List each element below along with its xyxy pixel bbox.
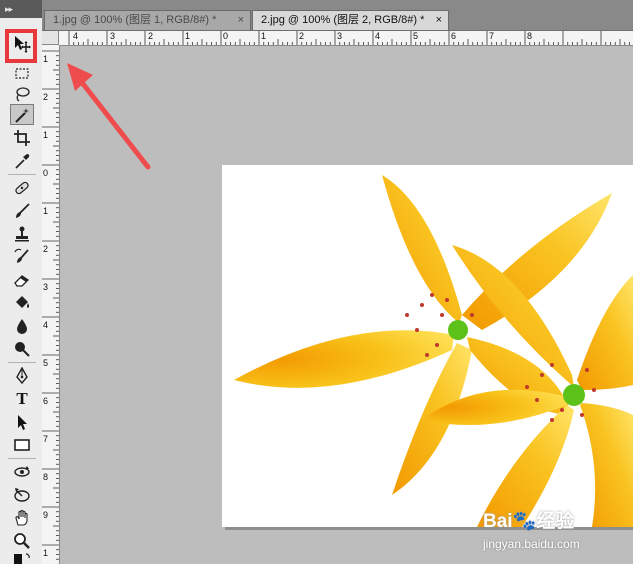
3d-rotate-icon (14, 465, 30, 477)
ruler-label: 3 (110, 31, 116, 41)
3d-orbit-icon (14, 487, 30, 502)
history-brush-tool[interactable] (10, 246, 34, 267)
eraser-tool[interactable] (10, 269, 34, 290)
shape-tool[interactable] (10, 434, 34, 455)
dodge-tool[interactable] (10, 338, 34, 359)
history-brush-icon (14, 248, 29, 263)
ruler-label: 3 (337, 31, 343, 41)
ruler-label: 2 (148, 31, 154, 41)
ruler-label: 1 (43, 130, 49, 140)
blur-tool[interactable] (10, 315, 34, 336)
zoom-tool[interactable] (10, 530, 34, 551)
tab-2-jpg[interactable]: 2.jpg @ 100% (图层 2, RGB/8#) * × (252, 10, 449, 30)
tab-1-jpg[interactable]: 1.jpg @ 100% (图层 1, RGB/8#) * × (44, 10, 251, 30)
annotation-arrow (67, 63, 151, 170)
hand-tool[interactable] (10, 507, 34, 528)
ruler-label: 5 (413, 31, 419, 41)
ruler-label: 1 (261, 31, 267, 41)
swatch-icon (14, 553, 30, 564)
bucket-icon (16, 295, 29, 308)
magic-wand-tool[interactable] (10, 104, 34, 125)
healing-brush-tool[interactable] (10, 177, 34, 198)
document-canvas[interactable] (222, 165, 633, 527)
3d-rotate-tool[interactable] (10, 461, 34, 482)
ruler-label: 9 (43, 510, 49, 520)
toolbox-panel: ▸▸ T (0, 0, 43, 564)
ruler-label: 3 (43, 282, 49, 292)
ruler-label: 5 (43, 358, 49, 368)
ruler-label: 0 (43, 168, 49, 178)
ruler-label: 4 (43, 320, 49, 330)
drop-icon (17, 318, 27, 334)
ruler-label: 1 (43, 54, 49, 64)
watermark-url: jingyan.baidu.com (483, 537, 580, 551)
close-icon[interactable]: × (436, 11, 442, 29)
ruler-label: 8 (527, 31, 533, 41)
ruler-label: 6 (43, 396, 49, 406)
brush-icon (16, 202, 30, 218)
ruler-label: 2 (43, 92, 49, 102)
type-tool[interactable]: T (10, 388, 34, 409)
lasso-icon (16, 86, 30, 102)
ruler-label: 1 (43, 206, 49, 216)
document-tab-bar: 1.jpg @ 100% (图层 1, RGB/8#) * × 2.jpg @ … (42, 0, 633, 31)
ruler-label: 1 (43, 548, 49, 558)
pen-icon (16, 366, 28, 384)
lily-flower-image (234, 175, 633, 527)
ruler-label: 7 (489, 31, 495, 41)
clone-stamp-tool[interactable] (10, 223, 34, 244)
paint-bucket-tool[interactable] (10, 292, 34, 313)
move-tool-highlight-box (5, 29, 37, 63)
arrow-icon (18, 414, 27, 430)
watermark-logo: Bai🐾经验 (483, 511, 575, 532)
brush-tool[interactable] (10, 200, 34, 221)
hand-icon (15, 509, 28, 526)
tab-label: 2.jpg @ 100% (图层 2, RGB/8#) * (261, 14, 425, 26)
ruler-label: 4 (375, 31, 381, 41)
color-swatches[interactable] (10, 552, 34, 564)
baidu-jingyan-watermark: Bai🐾经验 jingyan.baidu.com (483, 506, 633, 564)
stamp-icon (15, 226, 29, 241)
crop-tool[interactable] (10, 127, 34, 148)
ruler-label: 1 (185, 31, 191, 41)
bandage-icon (15, 181, 29, 194)
ruler-origin-corner[interactable] (42, 31, 59, 45)
toolbox-grip[interactable]: ▸▸ (0, 0, 42, 18)
ruler-label: 2 (43, 244, 49, 254)
pen-tool[interactable] (10, 365, 34, 386)
tab-label: 1.jpg @ 100% (图层 1, RGB/8#) * (53, 14, 217, 26)
horizontal-ruler[interactable]: 4 3 2 1 0 1 2 3 4 5 6 7 8 (59, 31, 633, 46)
ruler-label: 4 (73, 31, 79, 41)
marquee-tool[interactable] (10, 62, 34, 83)
ruler-label: 8 (43, 472, 49, 482)
ruler-label: 6 (451, 31, 457, 41)
rectangle-icon (14, 438, 30, 451)
ruler-label: 0 (223, 31, 229, 41)
lasso-tool[interactable] (10, 83, 34, 104)
3d-orbit-tool[interactable] (10, 484, 34, 505)
marquee-icon (15, 67, 29, 79)
zoom-icon (14, 532, 30, 549)
path-selection-tool[interactable] (10, 411, 34, 432)
eraser-icon (14, 274, 30, 287)
magic-wand-icon (15, 107, 29, 123)
eyedropper-tool[interactable] (10, 150, 34, 171)
close-icon[interactable]: × (238, 11, 244, 29)
eyedropper-icon (15, 153, 30, 169)
ruler-label: 2 (299, 31, 305, 41)
type-icon: T (16, 388, 28, 408)
ruler-label: 7 (43, 434, 49, 444)
crop-icon (14, 129, 30, 146)
dodge-icon (15, 341, 30, 357)
